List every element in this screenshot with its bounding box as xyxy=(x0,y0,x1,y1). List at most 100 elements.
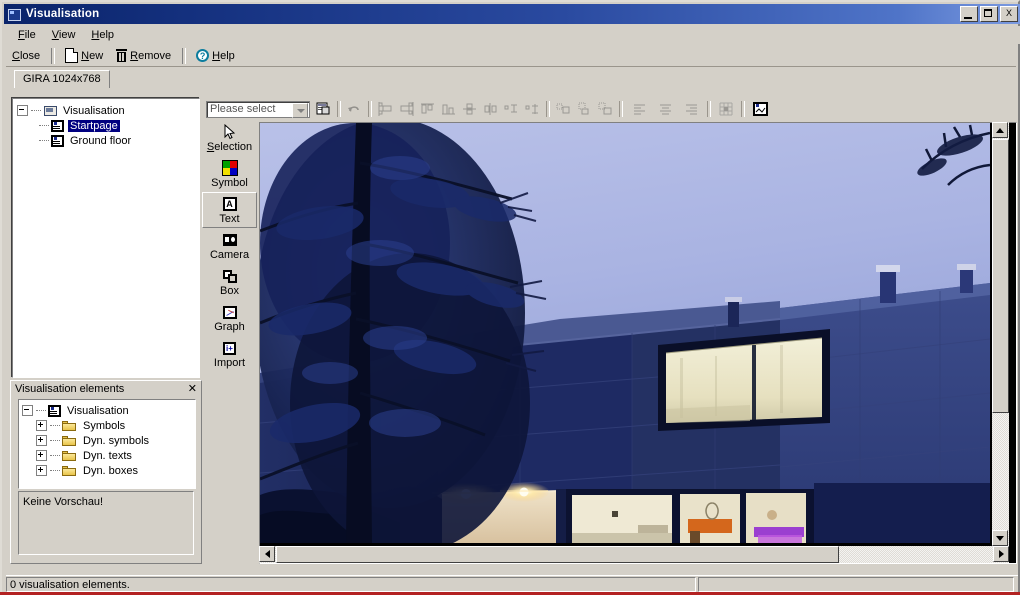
tab-gira-1024x768[interactable]: GIRA 1024x768 xyxy=(14,70,110,88)
tool-label: Import xyxy=(213,356,246,369)
same-width-button[interactable] xyxy=(502,100,521,119)
visualisation-window-icon xyxy=(6,7,22,21)
canvas-vertical-scrollbar[interactable] xyxy=(992,122,1009,546)
tool-symbol[interactable]: Symbol xyxy=(202,156,257,192)
folder-icon xyxy=(62,450,77,462)
collapse-toggle-icon[interactable] xyxy=(17,105,28,116)
new-button[interactable]: New xyxy=(59,46,109,65)
element-select-combo[interactable]: Please select xyxy=(206,100,310,118)
trash-icon xyxy=(116,49,128,62)
preview-text: Keine Vorschau! xyxy=(23,496,104,508)
close-toolbar-button[interactable]: Close xyxy=(6,46,46,65)
chevron-down-icon[interactable] xyxy=(292,102,308,118)
close-button[interactable]: X xyxy=(1000,6,1018,22)
toolbar-separator xyxy=(337,101,341,117)
collapse-toggle-icon[interactable] xyxy=(22,405,33,416)
text-align-left-button[interactable] xyxy=(627,100,651,119)
expand-toggle-icon[interactable] xyxy=(36,420,47,431)
tool-label: Camera xyxy=(209,248,250,261)
tool-text[interactable]: A Text xyxy=(202,192,257,228)
canvas-horizontal-scrollbar[interactable] xyxy=(259,546,1009,563)
folder-icon xyxy=(62,435,77,447)
elements-item-dyn-texts[interactable]: Dyn. texts xyxy=(22,448,195,463)
tool-graph[interactable]: Graph xyxy=(202,300,257,336)
text-align-center-button[interactable] xyxy=(653,100,677,119)
center-vertical-button[interactable] xyxy=(481,100,500,119)
expand-toggle-icon[interactable] xyxy=(36,465,47,476)
status-text: 0 visualisation elements. xyxy=(6,577,696,592)
tool-selection[interactable]: Selection xyxy=(202,120,257,156)
menu-file[interactable]: FFileile xyxy=(10,27,44,43)
elements-item-dyn-boxes[interactable]: Dyn. boxes xyxy=(22,463,195,478)
tree-node-label: Visualisation xyxy=(67,404,129,417)
toolbar-separator xyxy=(619,101,623,117)
maximize-button[interactable] xyxy=(980,6,998,22)
align-objects-left-icon xyxy=(378,102,392,116)
minimize-button[interactable] xyxy=(960,6,978,22)
align-left-button[interactable] xyxy=(376,100,395,119)
tool-import[interactable]: i+ Import xyxy=(202,336,257,372)
close-icon[interactable]: ✕ xyxy=(188,384,197,395)
help-button[interactable]: ? Help xyxy=(190,46,241,65)
tree-connector xyxy=(31,109,41,112)
align-right-button[interactable] xyxy=(397,100,416,119)
scroll-down-button[interactable] xyxy=(992,530,1008,546)
cursor-arrow-icon xyxy=(224,124,236,141)
scroll-left-button[interactable] xyxy=(259,546,275,562)
toolbar-separator xyxy=(368,101,372,117)
center-horizontal-button[interactable] xyxy=(460,100,479,119)
menu-bar: FFileile View Help xyxy=(6,26,1020,44)
tree-root-visualisation[interactable]: Visualisation xyxy=(17,103,199,118)
window-controls: X xyxy=(960,6,1018,22)
distribute-v-button[interactable] xyxy=(575,100,594,119)
project-tree-panel: Visualisation Startpage Ground floor xyxy=(12,98,200,378)
tree-node-label: Symbols xyxy=(83,419,126,432)
tree-item-startpage[interactable]: Startpage xyxy=(17,118,199,133)
align-objects-right-icon xyxy=(400,102,414,116)
page-icon xyxy=(51,119,64,132)
hscroll-thumb[interactable] xyxy=(276,546,839,563)
same-height-button[interactable] xyxy=(523,100,542,119)
grid-button[interactable] xyxy=(715,100,737,119)
folder-icon xyxy=(62,420,77,432)
toolbar-separator xyxy=(51,47,56,64)
tool-box[interactable]: Box xyxy=(202,264,257,300)
visualisation-canvas[interactable] xyxy=(259,122,1017,564)
preview-pane: Keine Vorschau! xyxy=(18,491,194,555)
elements-root-visualisation[interactable]: Visualisation xyxy=(22,403,195,418)
vscroll-thumb[interactable] xyxy=(992,139,1009,413)
distribute-h-button[interactable] xyxy=(554,100,573,119)
scroll-right-button[interactable] xyxy=(993,546,1009,562)
align-bottom-button[interactable] xyxy=(439,100,458,119)
properties-button[interactable] xyxy=(314,100,333,119)
distribute-vertical-icon xyxy=(578,102,589,115)
graph-icon xyxy=(222,304,237,321)
tool-label: Text xyxy=(219,212,240,225)
text-a-icon: A xyxy=(222,196,237,213)
tab-strip: GIRA 1024x768 xyxy=(8,70,1014,88)
tree-node-label: Dyn. texts xyxy=(83,449,132,462)
status-secondary xyxy=(698,577,1014,592)
align-top-button[interactable] xyxy=(418,100,437,119)
undo-button[interactable] xyxy=(345,100,364,119)
scroll-up-button[interactable] xyxy=(992,122,1008,138)
toolbar-separator xyxy=(707,101,711,117)
main-toolbar: Close New Remove ? Help xyxy=(6,45,1016,67)
text-align-right-icon xyxy=(685,104,697,115)
remove-button[interactable]: Remove xyxy=(110,46,177,65)
tool-camera[interactable]: Camera xyxy=(202,228,257,264)
expand-toggle-icon[interactable] xyxy=(36,435,47,446)
distribute-grid-button[interactable] xyxy=(596,100,615,119)
menu-view[interactable]: View xyxy=(44,27,84,43)
elements-item-dyn-symbols[interactable]: Dyn. symbols xyxy=(22,433,195,448)
undo-arrow-icon xyxy=(348,106,359,112)
expand-toggle-icon[interactable] xyxy=(36,450,47,461)
text-align-right-button[interactable] xyxy=(679,100,703,119)
page-preview-button[interactable] xyxy=(749,100,771,119)
tool-palette: Selection Symbol A Text Camera Box Graph… xyxy=(202,120,259,378)
panel-title: Visualisation elements xyxy=(15,383,125,395)
elements-item-symbols[interactable]: Symbols xyxy=(22,418,195,433)
new-document-icon xyxy=(65,48,79,63)
menu-help[interactable]: Help xyxy=(83,27,122,43)
tree-item-ground-floor[interactable]: Ground floor xyxy=(17,133,199,148)
